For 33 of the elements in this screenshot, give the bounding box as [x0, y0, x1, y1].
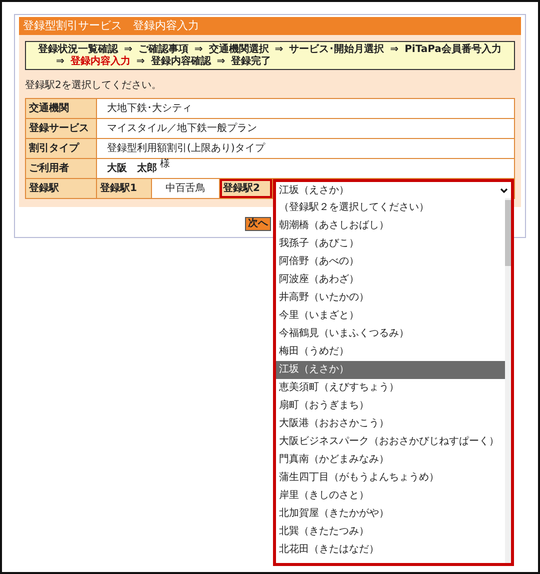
- breadcrumb-step: 登録状況一覧確認: [38, 44, 118, 55]
- row-label: 登録駅: [26, 179, 96, 198]
- station-value: 中百舌鳥: [152, 179, 219, 198]
- breadcrumb-step: 登録内容確認: [150, 56, 211, 67]
- station-label: 登録駅2: [220, 179, 272, 198]
- step-arrow: ⇒: [194, 44, 203, 55]
- row-value: 大地下鉄･大シティ: [97, 99, 514, 118]
- step-arrow: ⇒: [124, 44, 132, 55]
- breadcrumb-step: サービス･開始月選択: [289, 44, 384, 55]
- dropdown-option[interactable]: 江坂（えさか）: [276, 361, 505, 379]
- row-label: 交通機関: [26, 99, 96, 118]
- breadcrumb-step: 交通機関選択: [208, 44, 269, 55]
- row-label: 登録サービス: [26, 119, 96, 138]
- step-arrow: ⇒: [56, 56, 64, 67]
- instruction-text: 登録駅2を選択してください。: [25, 79, 162, 92]
- breadcrumb-step: ご確認事項: [138, 44, 188, 55]
- station-label: 登録駅1: [97, 179, 151, 198]
- breadcrumb-step: PiTaPa会員番号入力: [404, 44, 502, 55]
- station-select[interactable]: 江坂（えさか）: [273, 179, 514, 198]
- row-value: 登録型利用額割引(上限あり)タイプ: [97, 139, 514, 158]
- page-title: 登録型割引サービス 登録内容入力: [19, 17, 521, 35]
- row-label: ご利用者: [26, 159, 96, 178]
- step-arrow: ⇒: [136, 56, 145, 67]
- step-arrow: ⇒: [390, 44, 399, 55]
- step-arrow: ⇒: [216, 56, 226, 67]
- row-value: マイスタイル／地下鉄一般プラン: [97, 119, 514, 138]
- step-arrow: ⇒: [274, 44, 284, 55]
- next-button[interactable]: 次へ: [245, 217, 271, 231]
- row-label: 割引タイプ: [26, 139, 96, 158]
- chevron-down-icon: [500, 188, 508, 192]
- breadcrumb-step: 登録完了: [231, 56, 272, 67]
- breadcrumb-step: 登録内容入力: [70, 56, 130, 67]
- scrollbar[interactable]: [505, 198, 511, 563]
